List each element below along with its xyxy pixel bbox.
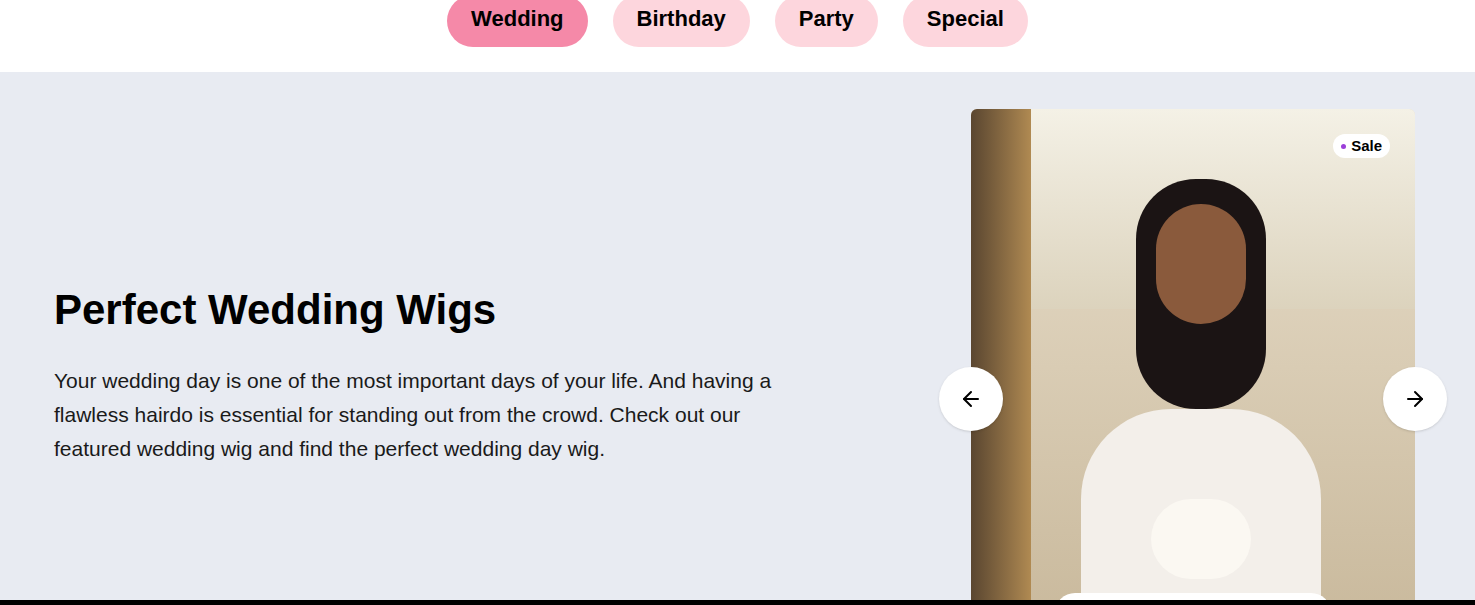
arrow-right-icon	[1403, 387, 1427, 411]
page: Wedding Birthday Party Special Perfect Weddi…	[0, 0, 1475, 605]
badge-dot	[1341, 144, 1346, 149]
category-tab[interactable]: Special	[903, 0, 1028, 47]
hero-description: Your wedding day is one of the most impo…	[54, 364, 784, 466]
category-tab[interactable]: Party	[775, 0, 878, 47]
category-tab[interactable]: Wedding	[447, 0, 587, 47]
product-card[interactable]: Sale	[971, 109, 1415, 600]
sale-badge: Sale	[1333, 134, 1390, 158]
next-button[interactable]	[1383, 367, 1447, 431]
bottom-bar	[0, 600, 1475, 605]
product-photo	[971, 109, 1415, 600]
category-tabs: Wedding Birthday Party Special	[0, 0, 1475, 72]
previous-button[interactable]	[939, 367, 1003, 431]
category-tab[interactable]: Birthday	[613, 0, 750, 47]
hero-title: Perfect Wedding Wigs	[54, 284, 971, 336]
hero-section: Perfect Wedding Wigs Your wedding day is …	[0, 72, 1475, 600]
arrow-left-icon	[959, 387, 983, 411]
hero-text: Perfect Wedding Wigs Your wedding day is …	[0, 72, 971, 600]
card-action[interactable]	[1055, 593, 1331, 600]
